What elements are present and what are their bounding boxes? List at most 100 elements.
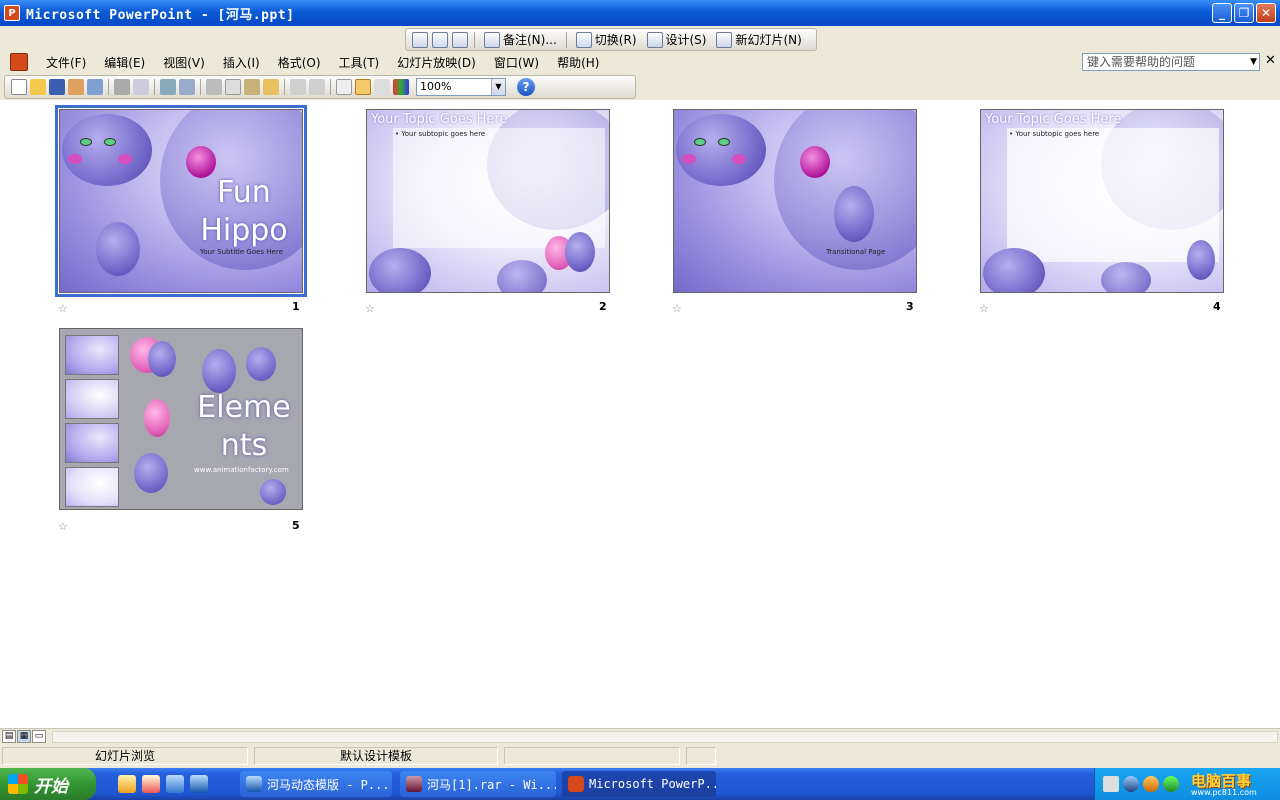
small-hippo-image	[148, 341, 176, 377]
task-button-active[interactable]: Microsoft PowerP...	[562, 771, 716, 797]
document-close-button[interactable]: ✕	[1265, 53, 1276, 68]
status-template: 默认设计模板	[254, 747, 498, 765]
small-hippo-image	[96, 222, 140, 276]
element-thumbnail	[65, 423, 119, 463]
new-slide-button[interactable]: 新幻灯片(N)	[713, 31, 804, 49]
minimize-button[interactable]: _	[1212, 3, 1232, 23]
toolbar-separator	[474, 31, 475, 48]
undo-icon[interactable]	[290, 79, 306, 95]
menu-insert[interactable]: 插入(I)	[223, 54, 260, 71]
print-preview-icon[interactable]	[133, 79, 149, 95]
slide-thumbnail-3[interactable]: Transitional Page	[673, 109, 917, 293]
network-icon[interactable]	[1143, 776, 1159, 792]
chevron-down-icon[interactable]: ▼	[1250, 54, 1257, 70]
menu-help[interactable]: 帮助(H)	[557, 54, 599, 71]
slide-number: 4	[1213, 300, 1221, 313]
hippo-hand-image	[497, 260, 547, 292]
content-placeholder	[1007, 128, 1219, 262]
hippo-cheek	[118, 154, 132, 164]
view-bar: ▤ ▦ ▭	[0, 728, 1280, 744]
star-icon: ☆	[365, 302, 375, 315]
menu-window[interactable]: 窗口(W)	[494, 54, 539, 71]
element-thumbnail	[65, 335, 119, 375]
print-icon[interactable]	[114, 79, 130, 95]
task-button[interactable]: 河马动态模版 - P...	[240, 771, 392, 797]
small-hippo-image	[134, 453, 168, 493]
powerpoint-icon	[568, 776, 584, 792]
menu-file[interactable]: 文件(F)	[46, 54, 86, 71]
title-bar: P Microsoft PowerPoint - [河马.ppt] _ ❐ ✕	[0, 0, 1280, 26]
design-button[interactable]: 设计(S)	[644, 31, 710, 49]
small-hippo-image	[834, 186, 874, 242]
security-icon[interactable]	[1163, 776, 1179, 792]
window-title: Microsoft PowerPoint - [河马.ppt]	[26, 7, 295, 23]
back-arrow-icon[interactable]	[1123, 776, 1139, 792]
star-icon: ☆	[58, 302, 68, 315]
ie-icon[interactable]	[190, 775, 208, 793]
normal-view-icon[interactable]: ▤	[2, 730, 16, 743]
slide-1-title: Fun Hippo	[200, 175, 288, 248]
grid-icon[interactable]	[374, 79, 390, 95]
slide-thumbnail-5[interactable]: Eleme nts www.animationfactory.com	[59, 328, 303, 510]
hippo-eye	[104, 138, 116, 146]
show-formatting-icon[interactable]	[355, 79, 371, 95]
open-folder-icon[interactable]	[30, 79, 46, 95]
help-icon[interactable]: ?	[517, 78, 535, 96]
rehearse-timings-icon[interactable]	[432, 31, 448, 48]
hippo-cheek	[682, 154, 696, 164]
hippo-face-image	[62, 114, 152, 186]
hippo-cheek	[732, 154, 746, 164]
new-file-icon[interactable]	[11, 79, 27, 95]
copy-icon[interactable]	[225, 79, 241, 95]
media-player-icon[interactable]	[142, 775, 160, 793]
document-icon[interactable]	[10, 53, 28, 71]
summary-slide-icon[interactable]	[452, 31, 468, 48]
hippo-face-image	[369, 248, 431, 292]
menu-tools[interactable]: 工具(T)	[339, 54, 380, 71]
hide-slide-icon[interactable]	[412, 31, 428, 48]
desktop-icon[interactable]	[118, 775, 136, 793]
windows-logo-icon	[8, 774, 28, 794]
horizontal-scrollbar[interactable]	[52, 731, 1278, 743]
research-icon[interactable]	[179, 79, 195, 95]
format-painter-icon[interactable]	[263, 79, 279, 95]
small-hippo-image	[1187, 240, 1215, 280]
start-button[interactable]: 开始	[0, 768, 96, 800]
hippo-face-image	[983, 248, 1045, 292]
winrar-icon	[406, 776, 422, 792]
slide-thumbnail-1[interactable]: Fun Hippo Your Subtitle Goes Here	[55, 105, 307, 297]
browser-icon[interactable]	[166, 775, 184, 793]
color-grayscale-icon[interactable]	[393, 79, 409, 95]
hippo-face-image	[676, 114, 766, 186]
restore-button[interactable]: ❐	[1234, 3, 1254, 23]
menu-edit[interactable]: 编辑(E)	[104, 54, 145, 71]
task-button[interactable]: 河马[1].rar - Wi...	[400, 771, 556, 797]
close-button[interactable]: ✕	[1256, 3, 1276, 23]
redo-icon[interactable]	[309, 79, 325, 95]
status-empty	[686, 747, 716, 765]
slide-thumbnail-4[interactable]: Your Topic Goes Here • Your subtopic goe…	[980, 109, 1224, 293]
notes-icon	[484, 31, 500, 48]
menu-format[interactable]: 格式(O)	[278, 54, 321, 71]
permission-icon[interactable]	[68, 79, 84, 95]
powerpoint-app-icon[interactable]: P	[4, 5, 20, 21]
transition-button[interactable]: 切换(R)	[573, 31, 640, 49]
spelling-icon[interactable]	[160, 79, 176, 95]
cut-icon[interactable]	[206, 79, 222, 95]
status-view: 幻灯片浏览	[2, 747, 248, 765]
menu-view[interactable]: 视图(V)	[163, 54, 205, 71]
notes-button[interactable]: 备注(N)...	[481, 31, 560, 49]
help-search-input[interactable]: 键入需要帮助的问题 ▼	[1082, 53, 1260, 71]
paste-icon[interactable]	[244, 79, 260, 95]
menu-slideshow[interactable]: 幻灯片放映(D)	[397, 54, 476, 71]
hippo-eye	[718, 138, 730, 146]
slide-sorter-view-icon[interactable]: ▦	[17, 730, 31, 743]
email-icon[interactable]	[87, 79, 103, 95]
save-icon[interactable]	[49, 79, 65, 95]
chevron-down-icon[interactable]: ▼	[491, 79, 505, 95]
slideshow-view-icon[interactable]: ▭	[32, 730, 46, 743]
zoom-select[interactable]: 100% ▼	[416, 78, 506, 96]
slide-thumbnail-2[interactable]: Your Topic Goes Here • Your subtopic goe…	[366, 109, 610, 293]
expand-all-icon[interactable]	[336, 79, 352, 95]
keyboard-icon[interactable]	[1103, 776, 1119, 792]
